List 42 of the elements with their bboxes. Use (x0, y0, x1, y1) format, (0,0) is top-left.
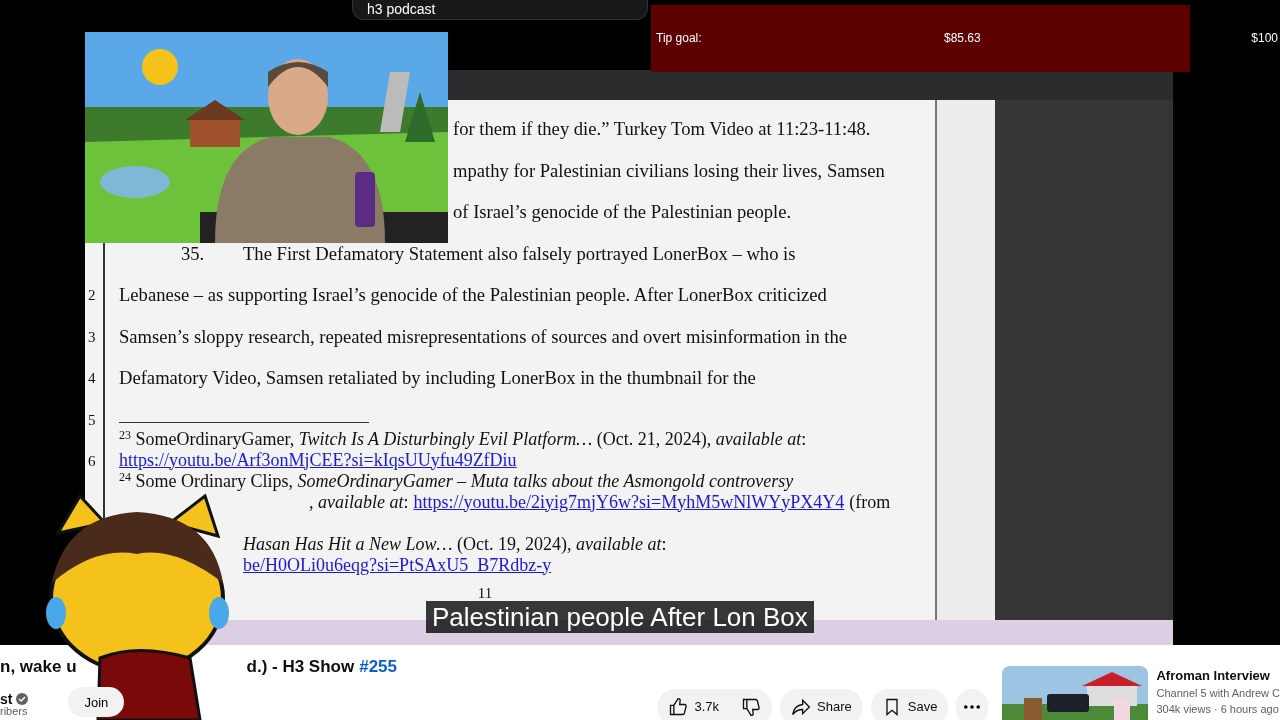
page-number: 11 (477, 584, 493, 601)
link[interactable]: https://youtu.be/2iyig7mjY6w?si=MyhM5wNlWYyPX4Y4 (413, 491, 845, 513)
search-field[interactable]: h3 podcast (352, 0, 648, 20)
footnote-line: $^{24}$ Some Ordinary Clips, SomeOrdinaryGamer – Muta talks about the Asmongold controversy (119, 470, 795, 492)
video-meta: 304k views · 6 hours ago (1156, 703, 1280, 715)
tip-amount: $85.63 (944, 31, 981, 45)
footnote-line: , available at: https://youtu.be/2iyig7mjY6w?si=MyhM5wNlWYyPX4Y4 (from (309, 491, 892, 513)
video-title: n, wake u (0, 657, 77, 677)
line-number: 2 (88, 286, 96, 305)
hashtag-link[interactable]: #255 (359, 657, 398, 677)
line-number: 4 (88, 369, 96, 388)
document-line: mpathy for Palestinian civilians losing their lives, Samsen (453, 158, 885, 183)
join-button[interactable]: Join (68, 687, 125, 717)
share-button[interactable]: Share (780, 688, 863, 720)
channel-name: Channel 5 with Andrew C (1156, 687, 1280, 699)
line-number: 5 (88, 410, 96, 430)
link[interactable]: https://youtu.be/Arf3onMjCEE?si=kIqsUUyfu49ZfDiu (119, 449, 517, 471)
document-line: Defamatory Video, Samsen retaliated by including LonerBox in the thumbnail for the (119, 366, 756, 390)
video-title: d.) - H3 Show (246, 657, 355, 677)
video-title[interactable]: Afroman Interview (1156, 668, 1280, 683)
channel-name[interactable]: st (0, 691, 13, 707)
subscriber-count: ribers (0, 705, 29, 717)
document-line: for them if they die.” Turkey Tom Video at 11:23-11:48. (453, 117, 871, 141)
document-line: Lebanese – as supporting Israel’s genocide of the Palestinian people. After LonerBox criticized (119, 283, 827, 307)
caption: Palestinian people After Lon Box (426, 601, 814, 633)
more-icon (964, 704, 981, 709)
tip-goal-label: Tip goal: (656, 31, 702, 45)
footnote-line: Hasan Has Hit a New Low… (Oct. 19, 2024), available at: (243, 533, 668, 555)
save-button[interactable]: Save (870, 688, 949, 720)
footnote-line: $^{23}$ SomeOrdinaryGamer, Twitch Is A Disturbingly Evil Platform… (Oct. 21, 2024), available at: (119, 428, 808, 450)
line-number: 3 (88, 327, 96, 347)
thumbs-up-icon (668, 696, 689, 717)
more-button[interactable] (956, 688, 989, 720)
thumbs-down-icon (741, 696, 762, 717)
tip-target: $100 (1251, 31, 1279, 45)
document-line: Samsen’s sloppy research, repeated misrepresentations of sources and overt misinformation in the (119, 324, 848, 349)
document-line: The First Defamatory Statement also falsely portrayed LonerBox – who is (243, 241, 796, 266)
document-line: of Israel’s genocide of the Palestinian people. (453, 200, 792, 224)
line-number: 6 (88, 452, 96, 471)
link[interactable]: be/H0OLi0u6eqg?si=PtSAxU5_B7Rdbz-y (243, 554, 552, 576)
share-icon (791, 696, 812, 717)
paragraph-number: 35. (181, 241, 206, 266)
